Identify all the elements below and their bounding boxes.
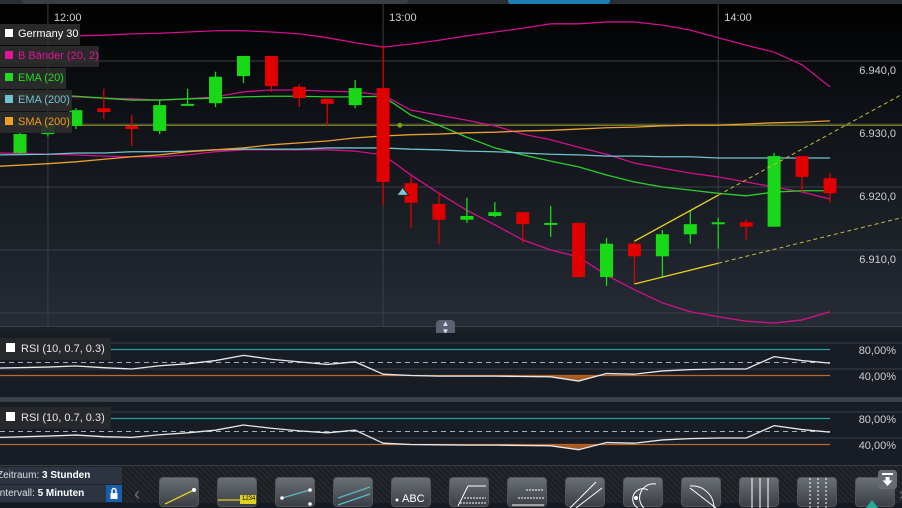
rsi-color-swatch <box>6 412 15 421</box>
rsi-legend[interactable]: RSI (10, 0.7, 0.3) <box>0 407 111 429</box>
zeitraum-row[interactable]: Zeitraum: 3 Stunden <box>0 467 122 484</box>
candle-body <box>488 212 502 216</box>
fibonacci-fan-tool-icon <box>689 485 717 508</box>
zeitraum-label: Zeitraum: <box>0 470 40 481</box>
toolbar-scroll-left-icon[interactable]: ‹ <box>134 484 140 505</box>
series-line-sma-200- <box>0 120 830 167</box>
trendline-tool-icon <box>164 488 196 505</box>
time-label: 12:00 <box>53 12 82 24</box>
zeitraum-value: 3 Stunden <box>42 470 91 481</box>
fan-tool-icon <box>569 481 603 508</box>
price-label: 6.930,0 <box>859 128 896 140</box>
candle-body <box>683 224 697 235</box>
rsi-chart <box>0 411 902 451</box>
price-label: 6.920,0 <box>859 191 896 203</box>
legend-label: SMA (200) <box>18 116 70 128</box>
candle-body <box>320 98 334 104</box>
tool-label: 1234 <box>242 496 256 502</box>
price-line-tool-icon <box>218 495 256 504</box>
legend-label: EMA (20) <box>18 72 64 84</box>
legend-color-swatch <box>5 51 13 59</box>
legend-item[interactable]: B Bänder (20, 2) <box>0 46 99 67</box>
candle-body <box>460 215 474 220</box>
candle-body <box>181 103 195 106</box>
rsi-panel-1[interactable]: RSI (10, 0.7, 0.3) 80,00% 40,00% <box>0 333 902 397</box>
candle-body <box>153 105 167 131</box>
candle-body <box>795 156 809 177</box>
channel-tool-icon <box>280 488 312 506</box>
candle-body <box>348 88 362 106</box>
rsi-axis-label: 80,00% <box>858 414 896 426</box>
price-label: 6.910,0 <box>859 254 896 266</box>
price-chart-area[interactable]: Germany 30 B Bänder (20, 2) EMA (20) EMA (2… <box>0 4 902 326</box>
intervall-row[interactable]: Intervall: 5 Minuten <box>0 485 122 502</box>
rsi-line <box>0 354 831 382</box>
candle-body <box>600 243 614 278</box>
intervall-value: 5 Minuten <box>37 488 85 499</box>
legend-color-swatch <box>5 95 13 103</box>
fibonacci-extension-tool-icon <box>512 489 544 506</box>
candle-body <box>544 222 558 225</box>
lock-icon[interactable] <box>106 485 122 502</box>
candle-body <box>236 55 250 77</box>
legend-label: B Bänder (20, 2) <box>18 50 99 62</box>
candle-body <box>516 212 530 225</box>
trend-channel-upper <box>634 194 719 242</box>
legend-item[interactable]: Germany 30 <box>0 24 80 45</box>
rsi-panel-2[interactable]: RSI (10, 0.7, 0.3) 80,00% 40,00% <box>0 402 902 465</box>
arrow-down-icon <box>882 473 893 486</box>
rsi-chart <box>0 342 902 382</box>
legend-color-swatch <box>5 117 13 125</box>
candle-body <box>655 234 669 257</box>
candle-body <box>739 222 753 227</box>
trend-channel-upper-extension <box>718 93 902 196</box>
legend-item[interactable]: SMA (200) <box>0 112 72 133</box>
rsi-label: RSI (10, 0.7, 0.3) <box>21 343 105 355</box>
time-label: 14:00 <box>724 12 752 24</box>
intervall-label: Intervall: <box>0 488 35 499</box>
parallel-channel-tool-icon <box>337 486 371 506</box>
chart-info-box: Zeitraum: 3 Stunden Intervall: 5 Minuten <box>0 467 122 503</box>
series-line-b-b-nder-middle <box>0 89 831 200</box>
price-label: 6.940,0 <box>859 65 896 77</box>
legend-item[interactable]: EMA (20) <box>0 68 66 89</box>
candle-body <box>292 86 306 99</box>
rsi-legend[interactable]: RSI (10, 0.7, 0.3) <box>0 338 111 360</box>
candle-body <box>627 243 641 257</box>
fibonacci-retracement-tool-icon <box>457 485 486 507</box>
candle-body <box>823 178 837 194</box>
candle-body <box>572 222 586 278</box>
time-zones-tool-icon <box>809 478 827 508</box>
trend-channel-lower <box>634 262 719 285</box>
anchor-dot-icon <box>397 122 403 128</box>
candle-body <box>711 222 725 225</box>
rsi-axis-label: 80,00% <box>858 345 896 357</box>
candle-body <box>432 204 446 220</box>
legend-label: Germany 30 <box>18 28 79 40</box>
candle-body <box>376 88 390 182</box>
candle-body <box>209 76 223 104</box>
candle-body <box>97 108 111 113</box>
candle-body <box>125 125 139 130</box>
tool-label: ABC <box>402 493 425 505</box>
price-chart[interactable] <box>0 4 902 326</box>
candle-body <box>13 134 27 153</box>
legend-label: EMA (200) <box>18 94 70 106</box>
legend-color-swatch <box>5 73 13 81</box>
legend-item[interactable]: EMA (200) <box>0 90 72 111</box>
vertical-lines-tool-icon <box>751 478 769 508</box>
series-line-ema-20- <box>0 93 830 197</box>
scroll-down-button[interactable] <box>878 470 897 489</box>
rsi-color-swatch <box>6 343 15 352</box>
series-line-b-b-nder-upper <box>0 21 831 88</box>
rsi-line <box>0 424 831 451</box>
candle-body <box>264 55 278 87</box>
rsi-axis-label: 40,00% <box>858 371 896 383</box>
rsi-label: RSI (10, 0.7, 0.3) <box>21 412 105 424</box>
fibonacci-arc-tool-icon <box>632 483 657 508</box>
rsi-axis-label: 40,00% <box>858 440 896 452</box>
time-label: 13:00 <box>389 12 417 24</box>
legend-color-swatch <box>5 29 13 37</box>
